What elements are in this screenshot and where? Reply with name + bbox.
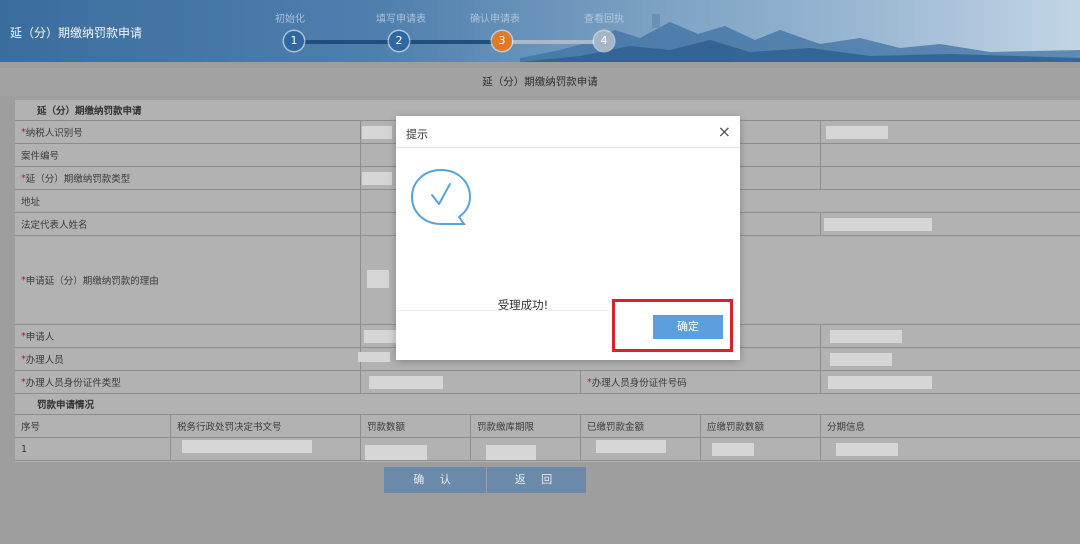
redacted-value <box>830 353 892 366</box>
col-deadline: 罚款缴库期限 <box>470 415 580 437</box>
label-case-no: 案件编号 <box>21 151 60 162</box>
redacted-value <box>486 445 536 460</box>
col-paid: 已缴罚款金额 <box>580 415 700 437</box>
redacted-value <box>369 376 443 389</box>
col-installment: 分期信息 <box>820 415 1080 437</box>
step-label-3: 确认申请表 <box>470 14 520 25</box>
col-decision-no: 税务行政处罚决定书文号 <box>170 415 360 437</box>
redacted-value <box>830 330 902 343</box>
step-label-4: 查看回执 <box>584 14 624 25</box>
label-reason: 申请延（分）期缴纳罚款的理由 <box>25 276 159 287</box>
redacted-value <box>367 270 389 288</box>
step-label-1: 初始化 <box>275 14 305 25</box>
success-check-icon <box>410 168 472 225</box>
form-row-id: * 办理人员身份证件类型 * 办理人员身份证件号码 <box>15 371 1080 394</box>
label-id-type: 办理人员身份证件类型 <box>25 378 121 389</box>
back-button[interactable]: 返 回 <box>487 467 586 493</box>
value-type-extra <box>820 167 1080 189</box>
page-heading: 延（分）期缴纳罚款申请 <box>0 68 1080 96</box>
step-circle-2: 2 <box>389 31 409 51</box>
table-row: 1 <box>15 438 1080 461</box>
redacted-value <box>824 218 932 231</box>
label-taxpayer-id: 纳税人识别号 <box>25 128 83 139</box>
step-circle-1: 1 <box>284 31 304 51</box>
step-circle-4: 4 <box>594 31 614 51</box>
dialog-title: 提示 <box>406 128 428 141</box>
redacted-value <box>712 443 754 456</box>
label-id-no: 办理人员身份证件号码 <box>591 378 687 389</box>
section-title-penalty: 罚款申请情况 <box>37 400 95 411</box>
label-address: 地址 <box>21 197 41 208</box>
col-amount: 罚款数额 <box>360 415 470 437</box>
redacted-value <box>182 440 312 453</box>
close-icon[interactable]: × <box>718 122 731 141</box>
step-label-2: 填写申请表 <box>376 14 426 25</box>
col-due: 应缴罚款数额 <box>700 415 820 437</box>
redacted-value <box>364 330 396 343</box>
label-handler: 办理人员 <box>25 355 64 366</box>
redacted-value <box>358 352 390 362</box>
ok-button-highlight-box <box>612 299 733 352</box>
cell-seq: 1 <box>21 443 28 455</box>
label-applicant: 申请人 <box>25 332 55 343</box>
value-case-extra <box>820 144 1080 166</box>
dialog-footer-divider <box>396 310 611 311</box>
penalty-table-header: 序号 税务行政处罚决定书文号 罚款数额 罚款缴库期限 已缴罚款金额 应缴罚款数额… <box>15 415 1080 438</box>
redacted-value <box>362 172 392 185</box>
redacted-value <box>365 445 427 460</box>
confirm-button[interactable]: 确 认 <box>384 467 486 493</box>
redacted-value <box>362 126 392 139</box>
redacted-value <box>826 126 888 139</box>
redacted-value <box>828 376 932 389</box>
redacted-value <box>596 440 666 453</box>
dialog-divider <box>396 147 740 148</box>
step-circle-3-active: 3 <box>492 31 512 51</box>
label-legal-rep: 法定代表人姓名 <box>21 220 88 231</box>
label-type: 延（分）期缴纳罚款类型 <box>25 174 131 185</box>
redacted-value <box>836 443 898 456</box>
app-title: 延（分）期缴纳罚款申请 <box>10 26 143 40</box>
header-banner: 延（分）期缴纳罚款申请 初始化 填写申请表 确认申请表 查看回执 1 2 3 4 <box>0 0 1080 62</box>
step-remaining-line <box>500 40 602 44</box>
section-head-penalty: 罚款申请情况 <box>15 394 1080 415</box>
col-seq: 序号 <box>21 422 41 433</box>
